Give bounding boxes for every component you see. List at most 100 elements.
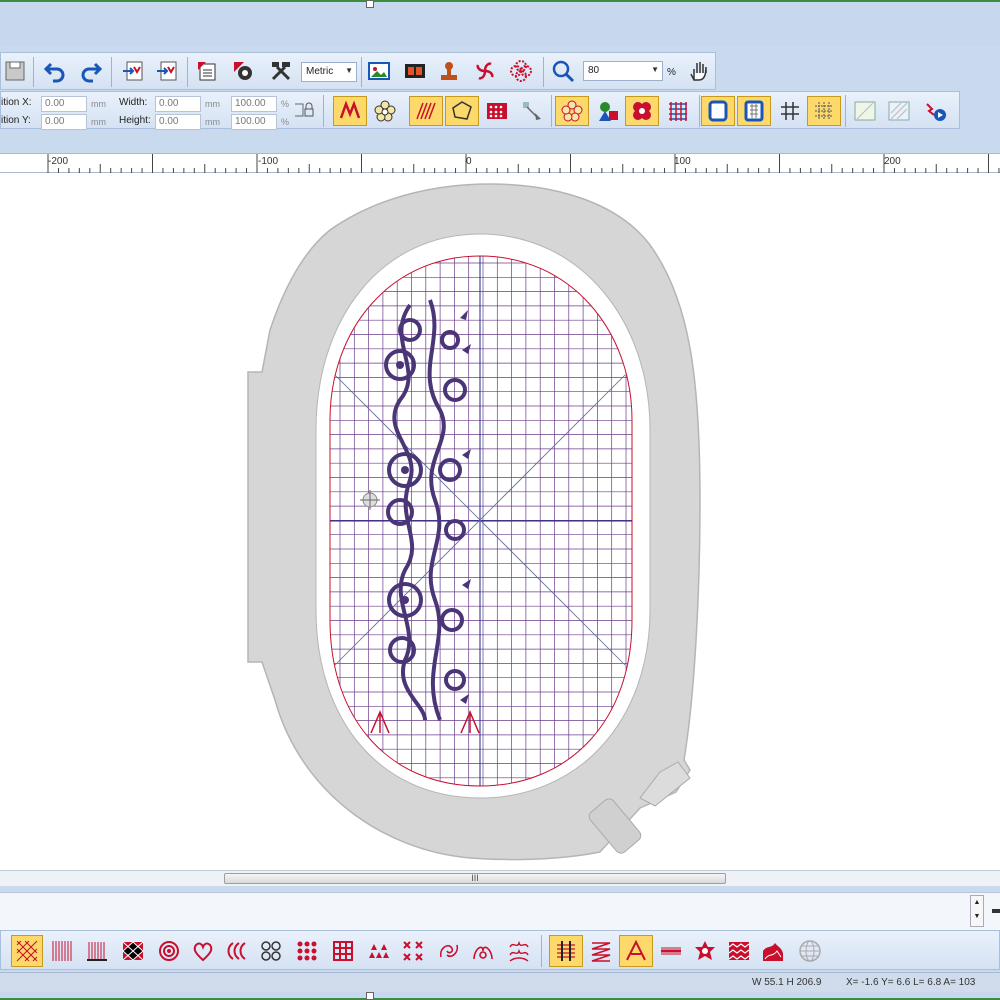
position-y-label: ition Y: <box>1 115 31 126</box>
width-label: Width: <box>119 97 148 108</box>
circle-pattern-icon[interactable] <box>153 935 185 967</box>
tools-icon[interactable] <box>267 57 295 85</box>
diamond-pattern-icon[interactable] <box>117 935 149 967</box>
cursor-coords-readout: X= -1.6 Y= 6.6 L= 6.8 A= 103 <box>846 977 976 988</box>
window-bottom-edge <box>0 992 1000 1000</box>
units-select[interactable]: Metric ▼ <box>301 62 357 82</box>
running-stitch-icon[interactable] <box>655 935 687 967</box>
pinwheel-icon[interactable] <box>471 57 499 85</box>
zoom-unit: % <box>667 67 676 78</box>
height-label: Height: <box>119 115 151 126</box>
position-x-field[interactable]: 0.00 <box>41 96 87 112</box>
heart-icon[interactable] <box>187 935 219 967</box>
ruler-label: -200 <box>48 156 69 167</box>
save-icon[interactable] <box>1 57 29 85</box>
export-icon[interactable] <box>153 57 181 85</box>
unit-label: % <box>281 99 290 109</box>
grid-fill-icon[interactable] <box>661 96 695 126</box>
star-stitch-icon[interactable] <box>689 935 721 967</box>
dots-pattern-icon[interactable] <box>291 935 323 967</box>
unit-label: % <box>281 117 290 127</box>
ruler-label: -100 <box>258 156 279 167</box>
spinner-control[interactable]: ▲ ▼ <box>970 895 984 927</box>
zoom-input[interactable]: 80 ▼ <box>583 61 663 81</box>
cross-pattern-icon[interactable] <box>397 935 429 967</box>
scrollbar-grip: III <box>471 873 479 883</box>
lock-proportions-icon[interactable] <box>293 98 317 122</box>
message-area: ▲ ▼ <box>0 892 1000 930</box>
fabric-icon[interactable] <box>883 96 915 126</box>
design-size-readout: W 55.1 H 206.9 <box>752 977 822 988</box>
polygon-tool-icon[interactable] <box>445 96 479 126</box>
undo-icon[interactable] <box>41 57 69 85</box>
satin-lines-icon[interactable] <box>549 935 583 967</box>
scale-height-field[interactable]: 100.00 <box>231 114 277 130</box>
down-arrow-icon[interactable]: ▼ <box>971 910 983 924</box>
triangles-pattern-icon[interactable] <box>363 935 395 967</box>
grid-pattern-icon[interactable] <box>327 935 359 967</box>
redo-icon[interactable] <box>77 57 105 85</box>
fill-stitch-icon[interactable] <box>409 96 443 126</box>
swirl-pattern-icon[interactable] <box>433 935 465 967</box>
arc-pattern-icon[interactable] <box>221 935 253 967</box>
properties-toolbar: ition X: ition Y: 0.00 0.00 mm mm Width:… <box>0 91 960 130</box>
border-lines-icon[interactable] <box>81 935 113 967</box>
stamp-icon[interactable] <box>435 57 463 85</box>
contour-fill-icon[interactable] <box>757 935 789 967</box>
main-toolbar: Metric ▼ 80 ▼ % <box>0 52 716 90</box>
scroll-indicator <box>992 909 1000 913</box>
status-bar: W 55.1 H 206.9 X= -1.6 Y= 6.6 L= 6.8 A= … <box>0 972 1000 992</box>
film-icon[interactable] <box>401 57 429 85</box>
dotted-grid-icon[interactable] <box>807 96 841 126</box>
shapes-icon[interactable] <box>591 96 625 126</box>
pattern-fill-icon[interactable] <box>481 96 513 126</box>
resize-handle-top[interactable] <box>366 0 374 8</box>
vertical-lines-icon[interactable] <box>47 935 77 967</box>
ruler-label: 100 <box>674 156 691 167</box>
unit-label: mm <box>205 99 220 109</box>
stitch-types-toolbar <box>0 930 1000 970</box>
design-canvas[interactable] <box>0 173 1000 870</box>
background-icon[interactable] <box>849 96 881 126</box>
wave-fill-icon[interactable] <box>723 935 755 967</box>
ruler-label: 200 <box>884 156 901 167</box>
fill-pattern-icon[interactable] <box>11 935 43 967</box>
hoop-grid-icon[interactable] <box>737 96 771 126</box>
column-stitch-icon[interactable] <box>619 935 653 967</box>
lace-pattern-icon[interactable] <box>503 935 535 967</box>
quatrefoil-icon[interactable] <box>255 935 287 967</box>
scale-width-field[interactable]: 100.00 <box>231 96 277 112</box>
import-icon[interactable] <box>119 57 147 85</box>
zigzag-stitch-icon[interactable] <box>585 935 617 967</box>
ornament-pattern-icon[interactable] <box>467 935 499 967</box>
chevron-down-icon: ▼ <box>345 66 353 75</box>
flower-shape-icon[interactable] <box>369 96 401 126</box>
zoom-icon[interactable] <box>549 57 577 85</box>
scrollbar-thumb[interactable]: III <box>224 873 726 884</box>
unit-label: mm <box>91 117 106 127</box>
up-arrow-icon[interactable]: ▲ <box>971 896 983 910</box>
settings-icon[interactable] <box>229 57 257 85</box>
globe-icon[interactable] <box>793 935 827 967</box>
flower-fill-icon[interactable] <box>625 96 659 126</box>
hand-pan-icon[interactable] <box>685 57 713 85</box>
height-field[interactable]: 0.00 <box>155 114 201 130</box>
grid-toggle-icon[interactable] <box>773 96 807 126</box>
position-x-label: ition X: <box>1 97 32 108</box>
hoop-view-icon[interactable] <box>701 96 735 126</box>
horizontal-ruler: -200 -100 0 100 200 <box>0 153 1000 174</box>
picture-icon[interactable] <box>365 57 393 85</box>
horizontal-scrollbar[interactable]: III <box>0 870 1000 886</box>
width-field[interactable]: 0.00 <box>155 96 201 112</box>
applique-icon[interactable] <box>555 96 589 126</box>
flower-icon[interactable] <box>507 57 535 85</box>
position-y-field[interactable]: 0.00 <box>41 114 87 130</box>
connector-icon[interactable] <box>517 96 549 126</box>
chevron-down-icon: ▼ <box>651 65 659 74</box>
resize-handle-bottom[interactable] <box>366 992 374 1000</box>
stitch-player-icon[interactable] <box>919 96 953 126</box>
properties-icon[interactable] <box>193 57 221 85</box>
window-title-band <box>0 0 1000 46</box>
zigzag-tool-icon[interactable] <box>333 96 367 126</box>
unit-label: mm <box>91 99 106 109</box>
